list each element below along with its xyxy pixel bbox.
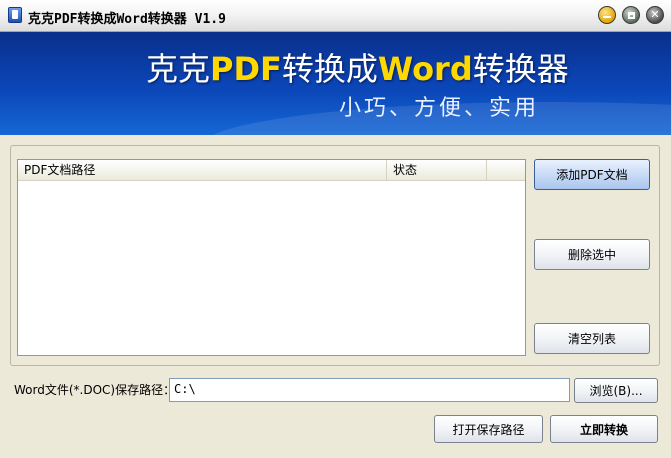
banner-subtitle: 小巧、方便、实用 (339, 96, 540, 121)
close-button[interactable]: ✕ (646, 6, 664, 24)
convert-now-button[interactable]: 立即转换 (550, 415, 658, 443)
open-save-path-button[interactable]: 打开保存路径 (434, 415, 543, 443)
browse-button[interactable]: 浏览(B)... (574, 378, 658, 403)
column-header-status[interactable]: 状态 (387, 160, 487, 180)
app-window: 克克PDF转换成Word转换器 V1.9 ✕ 克克PDF转换成Word转换器 小… (0, 0, 671, 458)
minimize-button[interactable] (598, 6, 616, 24)
banner-title-highlight: PDF (210, 50, 282, 88)
minimize-icon (603, 16, 611, 18)
list-header: PDF文档路径 状态 (18, 160, 525, 181)
save-path-input[interactable]: C:\ (169, 378, 570, 402)
maximize-icon (627, 11, 635, 19)
pdf-file-list[interactable]: PDF文档路径 状态 (17, 159, 526, 356)
add-pdf-button[interactable]: 添加PDF文档 (534, 159, 650, 190)
banner: 克克PDF转换成Word转换器 小巧、方便、实用 (0, 32, 671, 135)
title-bar[interactable]: 克克PDF转换成Word转换器 V1.9 ✕ (0, 0, 671, 32)
maximize-button[interactable] (622, 6, 640, 24)
column-header-path[interactable]: PDF文档路径 (18, 160, 387, 180)
banner-title-part: 转换成 (281, 50, 378, 88)
window-title: 克克PDF转换成Word转换器 V1.9 (28, 12, 226, 27)
close-icon: ✕ (650, 8, 660, 21)
banner-title: 克克PDF转换成Word转换器 (146, 44, 569, 90)
banner-title-highlight: Word (377, 50, 473, 88)
clear-list-button[interactable]: 清空列表 (534, 323, 650, 354)
banner-title-part: 转换器 (472, 50, 569, 88)
banner-title-part: 克克 (146, 50, 211, 88)
save-path-label: Word文件(*.DOC)保存路径： (14, 383, 176, 397)
delete-selected-button[interactable]: 删除选中 (534, 239, 650, 270)
app-icon (8, 7, 22, 23)
